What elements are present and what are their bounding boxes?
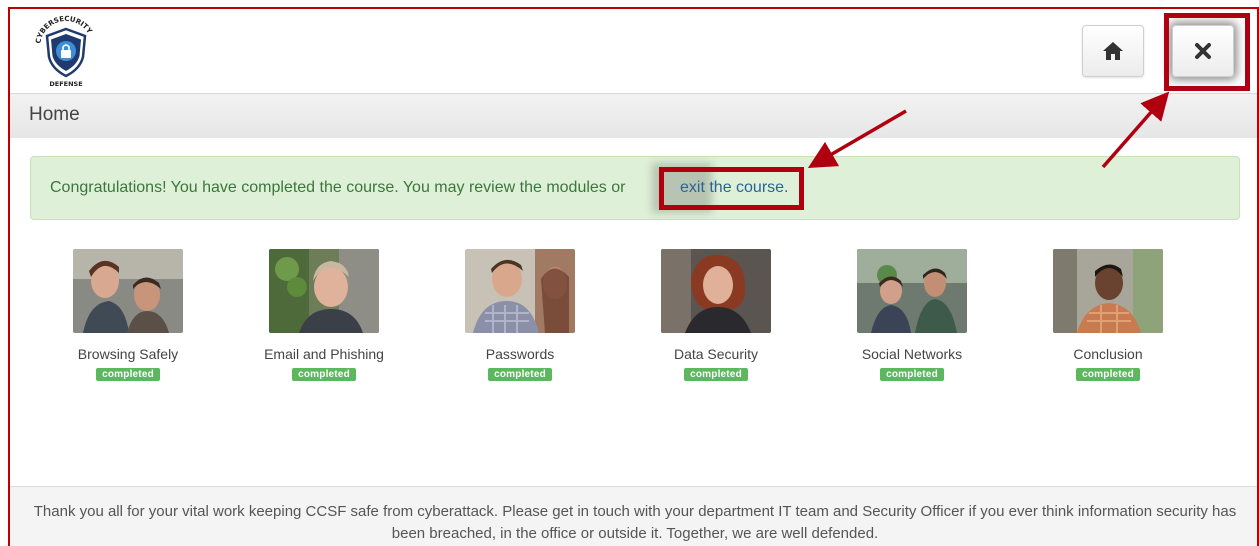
module-title: Email and Phishing	[264, 346, 384, 362]
module-list: Browsing Safely completed Email and Phis…	[30, 249, 1240, 389]
module-title: Conclusion	[1073, 346, 1143, 362]
logo-bottom-text: DEFENSE	[49, 80, 82, 88]
module-passwords[interactable]: Passwords completed	[422, 249, 618, 382]
status-badge: completed	[488, 368, 552, 381]
module-data-security[interactable]: Data Security completed	[618, 249, 814, 382]
module-thumbnail[interactable]	[73, 249, 183, 333]
app-window: CYBERSECURITY DEFENSE Home Congratulatio…	[8, 7, 1259, 546]
top-bar: CYBERSECURITY DEFENSE	[10, 9, 1257, 93]
module-email-and-phishing[interactable]: Email and Phishing completed	[226, 249, 422, 382]
exit-link-highlight-box	[659, 167, 804, 210]
page-header: Home	[10, 93, 1257, 138]
home-button[interactable]	[1082, 25, 1144, 77]
status-badge: completed	[880, 368, 944, 381]
cybersecurity-defense-logo: CYBERSECURITY DEFENSE	[30, 13, 102, 89]
module-browsing-safely[interactable]: Browsing Safely completed	[30, 249, 226, 382]
page-title: Home	[29, 104, 80, 125]
footer-text: Thank you all for your vital work keepin…	[33, 503, 1237, 542]
module-thumbnail[interactable]	[269, 249, 379, 333]
module-conclusion[interactable]: Conclusion completed	[1010, 249, 1206, 382]
module-thumbnail[interactable]	[661, 249, 771, 333]
status-badge: completed	[292, 368, 356, 381]
module-thumbnail[interactable]	[1053, 249, 1163, 333]
module-title: Passwords	[485, 346, 555, 362]
close-button-highlight-box	[1164, 13, 1250, 91]
status-badge: completed	[1076, 368, 1140, 381]
module-title: Data Security	[673, 346, 759, 362]
module-thumbnail[interactable]	[857, 249, 967, 333]
status-badge: completed	[684, 368, 748, 381]
alert-message: Congratulations! You have completed the …	[50, 179, 626, 196]
completion-alert: Congratulations! You have completed the …	[30, 156, 1240, 220]
home-icon	[1103, 42, 1123, 60]
module-social-networks[interactable]: Social Networks completed	[814, 249, 1010, 382]
module-thumbnail[interactable]	[465, 249, 575, 333]
footer: Thank you all for your vital work keepin…	[10, 486, 1257, 546]
module-title: Browsing Safely	[77, 346, 179, 362]
status-badge: completed	[96, 368, 160, 381]
module-title: Social Networks	[861, 346, 963, 362]
